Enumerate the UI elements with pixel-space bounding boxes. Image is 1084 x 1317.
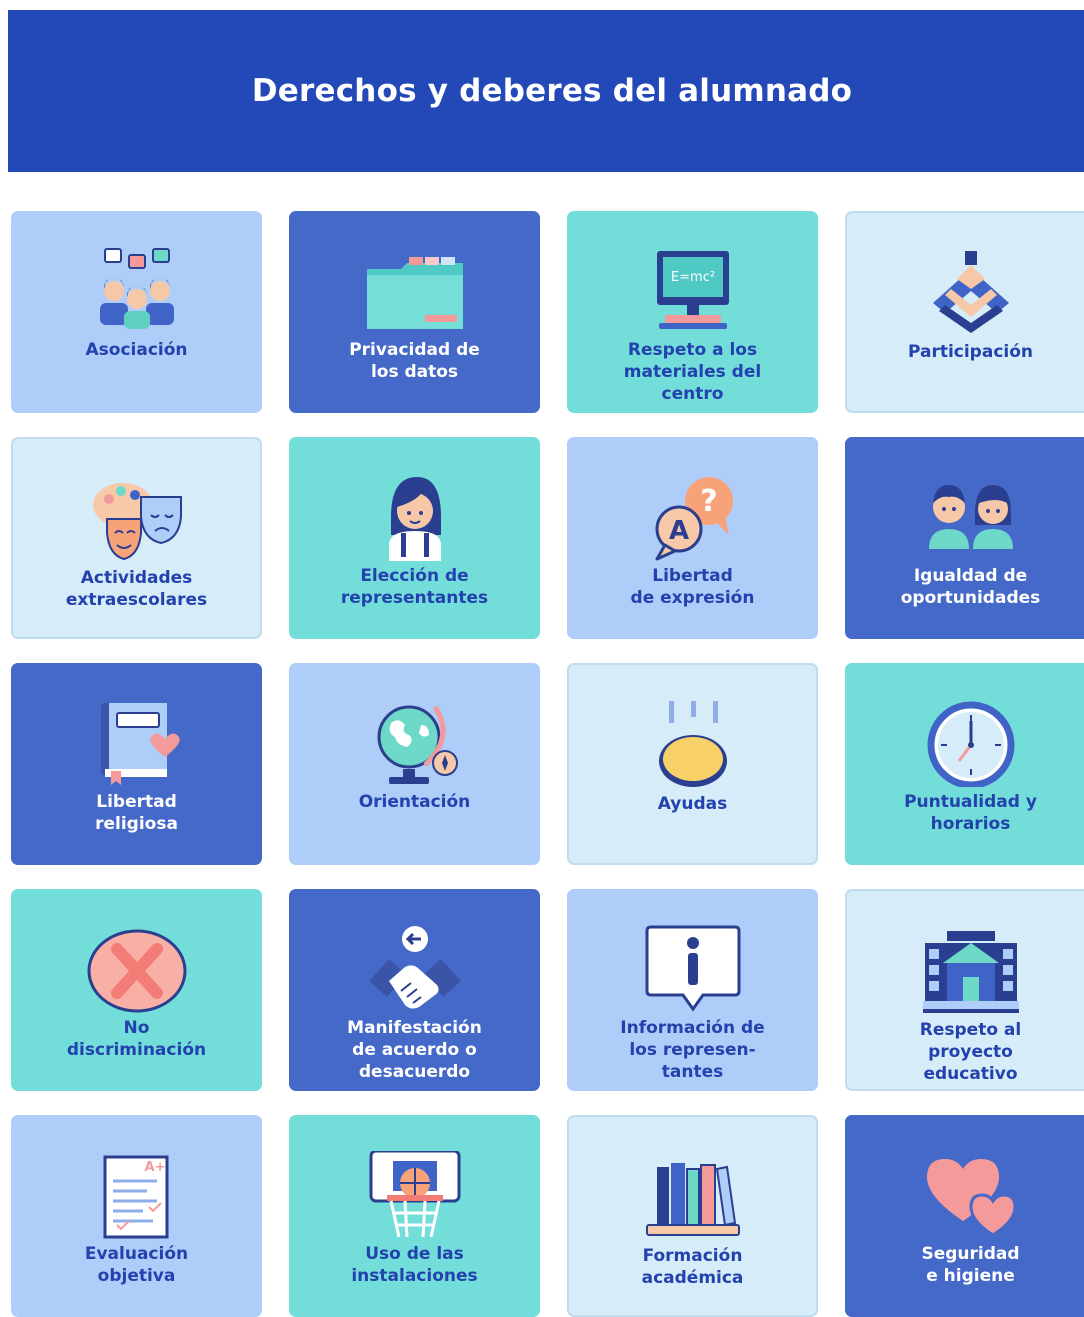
card-orientacion[interactable]: Orientación: [289, 663, 540, 865]
card-label: Respeto a los materiales del centro: [623, 340, 762, 404]
card-label: No discriminación: [66, 1018, 207, 1060]
palette-masks-icon: [87, 475, 187, 563]
card-label: Información de los represen- tantes: [620, 1018, 765, 1082]
card-evaluacion[interactable]: A+ Evaluación objetiva: [11, 1115, 262, 1317]
speech-bubbles-icon: ? A: [643, 473, 743, 561]
card-label: Participación: [907, 342, 1034, 362]
group-of-students-icon: [87, 247, 187, 335]
card-manifestacion[interactable]: Manifestación de acuerdo o desacuerdo: [289, 889, 540, 1091]
card-label: Respeto al proyecto educativo: [919, 1020, 1022, 1084]
basketball-hoop-icon: [365, 1151, 465, 1239]
card-instalaciones[interactable]: Uso de las instalaciones: [289, 1115, 540, 1317]
card-puntualidad[interactable]: Puntualidad y horarios: [845, 663, 1084, 865]
card-label: Actividades extraescolares: [65, 568, 208, 610]
card-informacion[interactable]: Información de los represen- tantes: [567, 889, 818, 1091]
card-label: Orientación: [358, 792, 471, 812]
card-label: Uso de las instalaciones: [351, 1244, 478, 1286]
card-ayudas[interactable]: Ayudas: [567, 663, 818, 865]
card-eleccion[interactable]: Elección de representantes: [289, 437, 540, 639]
card-label: Libertad religiosa: [95, 792, 178, 834]
card-label: Libertad de expresión: [630, 566, 755, 608]
representative-girl-icon: [365, 473, 465, 561]
page-header: Derechos y deberes del alumnado: [8, 10, 1084, 172]
card-participacion[interactable]: Participación: [845, 211, 1084, 413]
info-sign-icon: [643, 925, 743, 1013]
cross-circle-icon: [87, 925, 187, 1013]
svg-text:A: A: [668, 516, 688, 546]
book-heart-icon: [87, 699, 187, 787]
card-privacidad[interactable]: Privacidad de los datos: [289, 211, 540, 413]
card-no-discriminacion[interactable]: No discriminación: [11, 889, 262, 1091]
card-label: Puntualidad y horarios: [904, 792, 1037, 834]
card-label: Evaluación objetiva: [84, 1244, 189, 1286]
card-libertad-expresion[interactable]: ? A Libertad de expresión: [567, 437, 818, 639]
clock-icon: [921, 699, 1021, 787]
bookshelf-icon: [643, 1153, 743, 1241]
falling-coin-icon: [643, 701, 743, 789]
handshake-icon: [365, 925, 465, 1013]
card-label: Manifestación de acuerdo o desacuerdo: [347, 1018, 482, 1082]
svg-text:E=mc²: E=mc²: [670, 270, 714, 285]
card-asociacion[interactable]: Asociación: [11, 211, 262, 413]
card-label: Igualdad de oportunidades: [900, 566, 1041, 608]
card-igualdad[interactable]: Igualdad de oportunidades: [845, 437, 1084, 639]
card-label: Elección de representantes: [340, 566, 489, 608]
card-seguridad[interactable]: Seguridad e higiene: [845, 1115, 1084, 1317]
card-proyecto-educativo[interactable]: Respeto al proyecto educativo: [845, 889, 1084, 1091]
globe-compass-icon: [365, 699, 465, 787]
card-formacion[interactable]: Formación académica: [567, 1115, 818, 1317]
card-respeto-materiales[interactable]: E=mc² Respeto a los materiales del centr…: [567, 211, 818, 413]
card-label: Seguridad e higiene: [921, 1244, 1020, 1286]
card-label: Formación académica: [641, 1246, 744, 1288]
school-building-icon: [921, 927, 1021, 1015]
card-actividades[interactable]: Actividades extraescolares: [11, 437, 262, 639]
rights-grid: Asociación Privacidad de los datos E=mc²: [11, 211, 1084, 1317]
stacked-hands-icon: [921, 249, 1021, 337]
card-label: Privacidad de los datos: [349, 340, 480, 382]
page-title: Derechos y deberes del alumnado: [251, 73, 853, 109]
graded-exam-icon: A+: [87, 1151, 187, 1239]
svg-text:?: ?: [700, 484, 717, 519]
chalkboard-computer-icon: E=mc²: [643, 247, 743, 335]
card-label: Asociación: [85, 340, 188, 360]
hearts-icon: [921, 1151, 1021, 1239]
svg-text:A+: A+: [144, 1160, 165, 1175]
folder-icon: [365, 247, 465, 335]
card-libertad-religiosa[interactable]: Libertad religiosa: [11, 663, 262, 865]
card-label: Ayudas: [657, 794, 728, 814]
boy-and-girl-icon: [921, 473, 1021, 561]
